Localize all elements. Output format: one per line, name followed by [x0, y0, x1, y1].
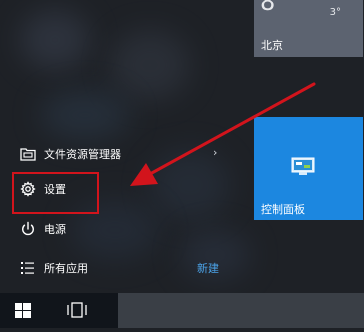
weather-low-temperature: 3° [329, 7, 341, 18]
weather-temperature: 8 [260, 0, 276, 16]
weather-tile[interactable]: 8 3° 北京 [254, 0, 363, 57]
menu-item-power[interactable]: 电源 [0, 214, 230, 244]
taskbar-area [118, 293, 364, 328]
power-icon [22, 221, 34, 236]
task-view-button[interactable] [57, 293, 97, 328]
file-explorer-icon [20, 148, 36, 161]
control-panel-tile[interactable]: 控制面板 [254, 117, 363, 220]
menu-item-label: 文件资源管理器 [44, 148, 121, 161]
control-panel-icon [291, 157, 315, 175]
task-view-icon [67, 302, 87, 318]
start-button[interactable] [0, 293, 45, 328]
menu-item-all-apps[interactable]: 所有应用 [0, 253, 230, 283]
weather-city: 北京 [261, 39, 283, 52]
control-panel-label: 控制面板 [261, 203, 305, 216]
list-icon [21, 262, 34, 274]
annotation-highlight-box [12, 172, 99, 214]
menu-item-label: 电源 [44, 223, 66, 236]
new-apps-link[interactable]: 新建 [197, 260, 219, 276]
windows-logo-icon [15, 303, 31, 318]
menu-item-file-explorer[interactable]: 文件资源管理器 › [0, 139, 230, 169]
taskbar [0, 293, 364, 328]
menu-item-label: 所有应用 [44, 262, 88, 275]
chevron-right-icon[interactable]: › [213, 146, 217, 159]
